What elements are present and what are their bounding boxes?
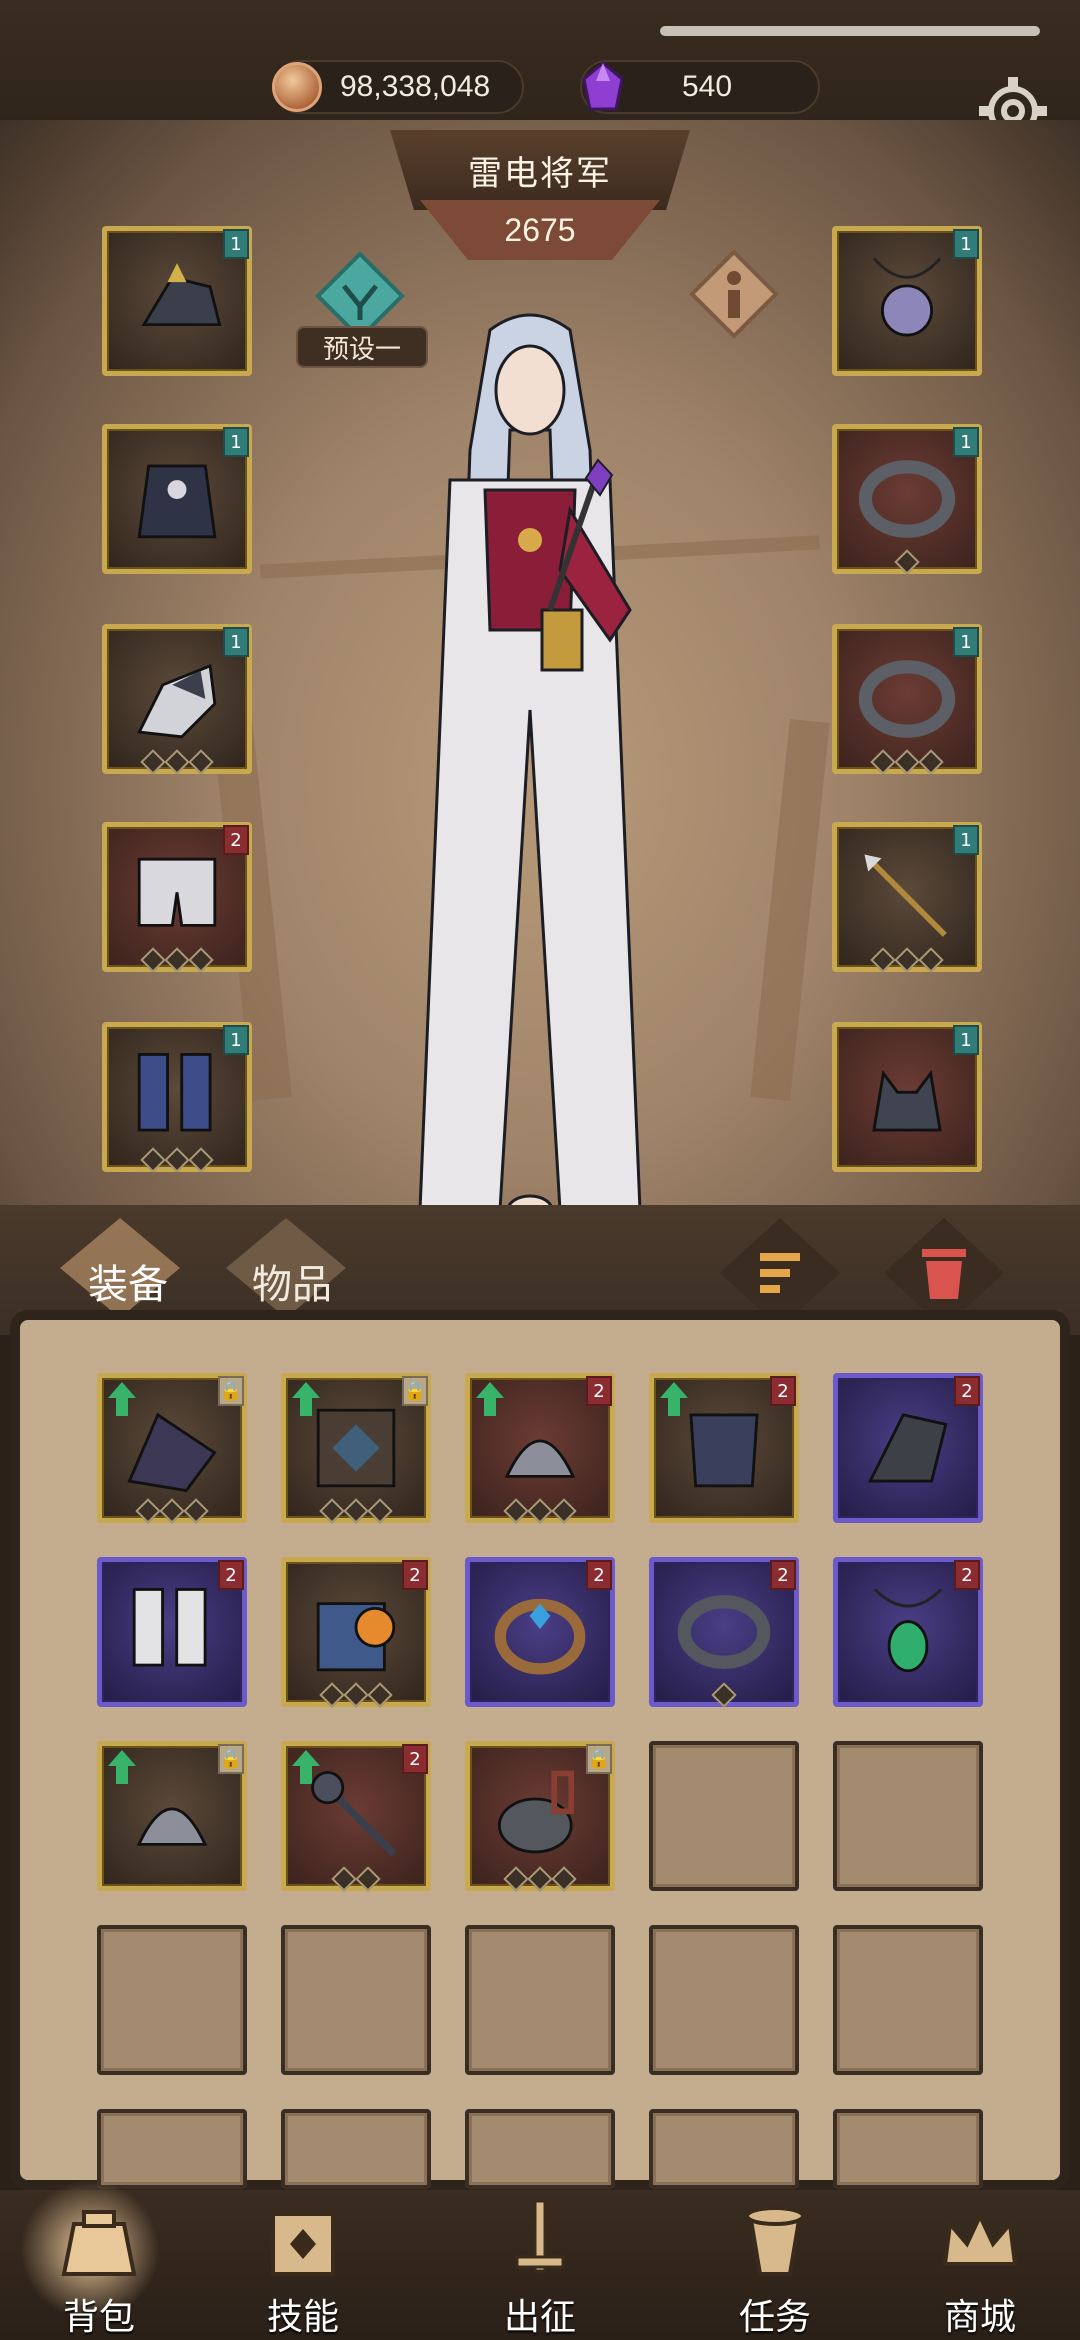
gold-amount: 98,338,048 <box>340 70 491 103</box>
status-indicator <box>660 26 1040 36</box>
nav-shop-label: 商城 <box>943 2297 1016 2338</box>
skill-book-icon <box>258 2204 348 2284</box>
moon-hat-icon <box>120 1764 224 1868</box>
inventory-empty-slot[interactable] <box>465 2109 615 2189</box>
inventory-empty-slot[interactable] <box>97 1925 247 2075</box>
wolf-icon <box>855 1045 959 1149</box>
nav-bag[interactable]: 背包 <box>24 2200 174 2340</box>
nav-skills[interactable]: 技能 <box>228 2200 378 2340</box>
equip-slot-pet[interactable]: 1 <box>832 1022 982 1172</box>
coin-icon <box>272 62 322 112</box>
vest-icon <box>672 1396 776 1500</box>
nav-bag-label: 背包 <box>62 2297 135 2338</box>
equip-slot-pants[interactable]: 2 <box>102 822 252 973</box>
claw-gauntlet-icon <box>120 1396 224 1500</box>
info-icon[interactable] <box>686 246 782 342</box>
inventory-empty-slot[interactable] <box>281 1925 431 2075</box>
equip-slot-necklace[interactable]: 1 <box>832 226 982 376</box>
gem-ring-icon <box>488 1580 592 1684</box>
nav-expedition[interactable]: 出征 <box>465 2199 615 2340</box>
nav-tasks[interactable]: 任务 <box>700 2200 850 2340</box>
inventory-item[interactable]: 2 <box>833 1557 983 1707</box>
equip-slot-gloves[interactable]: 1 <box>102 624 252 775</box>
inventory-item[interactable]: 2 <box>281 1557 431 1708</box>
power-value: 2675 <box>504 211 576 248</box>
character-name: 雷电将军 <box>468 153 612 194</box>
gauntlet-icon <box>125 647 229 751</box>
ring-icon <box>855 647 959 751</box>
equip-slot-head[interactable]: 1 <box>102 226 252 376</box>
tome-icon <box>304 1396 408 1500</box>
crown-shop-icon <box>935 2204 1025 2284</box>
green-amulet-icon <box>856 1580 960 1684</box>
ring-icon <box>855 447 959 551</box>
amulet-icon <box>855 249 959 353</box>
white-boots-icon <box>120 1580 224 1684</box>
sword-icon <box>495 2199 585 2284</box>
bag-icon <box>54 2204 144 2284</box>
spear-icon <box>855 845 959 949</box>
inventory-empty-slot[interactable] <box>833 2109 983 2189</box>
gold-counter[interactable]: 98,338,048 <box>272 60 524 114</box>
gem-amount: 540 <box>682 70 733 103</box>
pants-icon <box>125 845 229 949</box>
moon-hat-icon <box>488 1396 592 1500</box>
tab-items[interactable]: 物品 <box>252 1252 332 1310</box>
equip-slot-boots[interactable]: 1 <box>102 1022 252 1173</box>
nav-shop[interactable]: 商城 <box>905 2200 1055 2340</box>
inventory-empty-slot[interactable] <box>833 1925 983 2075</box>
inventory-item[interactable]: 🔒 <box>281 1373 431 1524</box>
inventory-item[interactable]: 2 <box>649 1557 799 1708</box>
top-bar <box>0 0 1080 140</box>
equip-slot-ring-2[interactable]: 1 <box>832 624 982 775</box>
orb-tome-icon <box>304 1580 408 1684</box>
inventory-empty-slot[interactable] <box>281 2109 431 2189</box>
equip-slot-ring-1[interactable]: 1 <box>832 424 982 575</box>
nav-expedition-label: 出征 <box>503 2297 576 2338</box>
tab-equipment[interactable]: 装备 <box>88 1252 168 1310</box>
mace-icon <box>304 1764 408 1868</box>
armor-icon <box>125 447 229 551</box>
helmet-icon <box>125 249 229 353</box>
inventory-item[interactable]: 2 <box>281 1741 431 1892</box>
nav-tasks-label: 任务 <box>738 2297 811 2338</box>
broken-ring-icon <box>672 1580 776 1684</box>
inventory-empty-slot[interactable] <box>465 1925 615 2075</box>
boots-icon <box>125 1045 229 1149</box>
inventory-empty-slot[interactable] <box>649 2109 799 2189</box>
character-name-plate: 雷电将军 <box>390 130 690 210</box>
scroll-icon <box>730 2204 820 2284</box>
inventory-empty-slot[interactable] <box>649 1925 799 2075</box>
equip-slot-weapon[interactable]: 1 <box>832 822 982 973</box>
dark-gauntlet-icon <box>856 1396 960 1500</box>
inventory-item[interactable]: 2 <box>649 1373 799 1523</box>
inventory-empty-slot[interactable] <box>97 2109 247 2189</box>
inventory-item[interactable]: 2 <box>833 1373 983 1523</box>
gem-counter[interactable]: 540 <box>580 60 820 114</box>
inventory-item[interactable]: 2 <box>465 1557 615 1707</box>
equip-slot-armor[interactable]: 1 <box>102 424 252 574</box>
inventory-empty-slot[interactable] <box>649 1741 799 1891</box>
inventory-item[interactable]: 🔒 <box>465 1741 615 1892</box>
chain-shackle-icon <box>488 1764 592 1868</box>
nav-skills-label: 技能 <box>266 2297 339 2338</box>
inventory-item[interactable]: 🔒 <box>97 1741 247 1891</box>
gem-icon <box>578 61 628 112</box>
character-figure[interactable] <box>380 310 680 1240</box>
inventory-item[interactable]: 2 <box>97 1557 247 1707</box>
inventory-item[interactable]: 🔒 <box>97 1373 247 1524</box>
inventory-empty-slot[interactable] <box>833 1741 983 1891</box>
inventory-item[interactable]: 2 <box>465 1373 615 1524</box>
